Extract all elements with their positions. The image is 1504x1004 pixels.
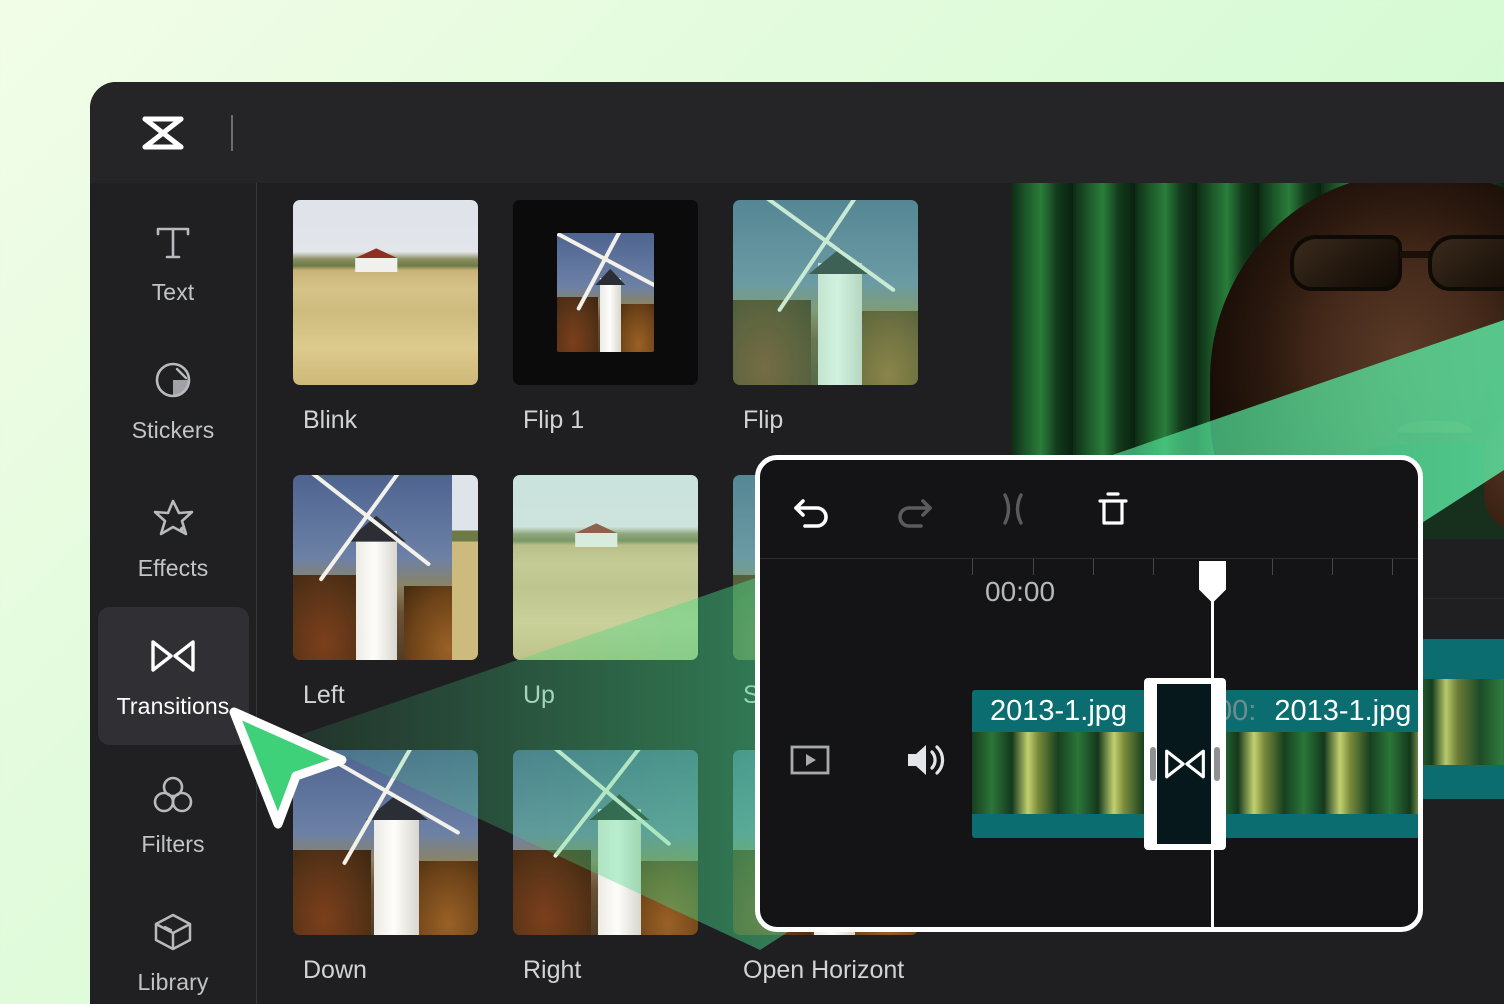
transition-icon	[149, 633, 197, 679]
transition-card[interactable]: Flip 1	[513, 200, 698, 475]
transition-thumbnail[interactable]	[513, 750, 698, 935]
sidebar-item-text[interactable]: Text	[98, 193, 249, 331]
clip-name: 2013-1.jpg	[1274, 695, 1411, 728]
clip-name: 2013-1.jpg	[990, 695, 1127, 728]
sidebar-item-label: Effects	[138, 555, 209, 582]
timeline-time-label: 00:00	[985, 576, 1055, 608]
transition-label: Right	[523, 956, 698, 985]
transition-thumbnail[interactable]	[513, 475, 698, 660]
trash-icon	[1091, 487, 1135, 531]
library-box-icon	[151, 909, 195, 955]
timeline-clips: 2013-1.jpg 00: 2013-1.jpg 00:0	[972, 690, 1423, 838]
transition-thumbnail[interactable]	[293, 200, 478, 385]
trim-handle-right[interactable]	[1214, 747, 1220, 781]
transition-label: Up	[523, 681, 698, 710]
trim-handle-left[interactable]	[1150, 747, 1156, 781]
sunglasses	[1290, 235, 1504, 297]
timeline-toolbar	[760, 460, 1418, 558]
track-controls	[790, 740, 970, 785]
header-divider	[231, 115, 233, 151]
undo-button[interactable]	[790, 486, 836, 532]
sidebar-item-stickers[interactable]: Stickers	[98, 331, 249, 469]
sticker-icon	[152, 357, 194, 403]
sidebar-item-effects[interactable]: Effects	[98, 469, 249, 607]
transition-card[interactable]: Blink	[293, 200, 478, 475]
redo-icon	[891, 487, 935, 531]
transition-thumbnail[interactable]	[733, 200, 918, 385]
sidebar-item-label: Transitions	[117, 693, 230, 720]
transition-label: Blink	[303, 406, 478, 435]
delete-button[interactable]	[1090, 486, 1136, 532]
app-header	[90, 82, 1504, 183]
timeline-clip[interactable]: 00: 2013-1.jpg 00:0	[1198, 690, 1423, 838]
timeline-ruler[interactable]	[760, 558, 1418, 620]
sidebar-item-label: Text	[152, 279, 195, 306]
sidebar-item-label: Filters	[141, 831, 204, 858]
timeline-playhead[interactable]	[1211, 562, 1214, 932]
transition-label: Open Horizont	[743, 956, 918, 985]
pointer-cursor	[220, 702, 360, 832]
split-button[interactable]	[990, 486, 1036, 532]
transition-icon	[1163, 747, 1207, 781]
effects-star-icon	[151, 495, 195, 541]
clip-filmstrip	[1198, 732, 1423, 814]
transition-card[interactable]: Flip	[733, 200, 918, 475]
undo-icon	[791, 487, 835, 531]
sidebar-item-label: Stickers	[132, 417, 215, 444]
sidebar-item-label: Library	[137, 969, 208, 996]
redo-button[interactable]	[890, 486, 936, 532]
transition-marker-body	[1157, 684, 1213, 844]
capcut-logo[interactable]	[140, 113, 186, 153]
timeline-overlay-panel: 00:00 2013-1.jpg 00: 2013	[755, 455, 1423, 932]
filters-icon	[151, 771, 195, 817]
sidebar: Text Stickers Effects	[90, 183, 257, 1004]
transition-thumbnail[interactable]	[293, 475, 478, 660]
sidebar-item-library[interactable]: Library	[98, 883, 249, 1004]
transition-label: Flip 1	[523, 406, 698, 435]
transition-card[interactable]: Right	[513, 750, 698, 1004]
transition-label: Down	[303, 956, 478, 985]
transition-label: Flip	[743, 406, 918, 435]
transition-card[interactable]: Up	[513, 475, 698, 750]
video-track-icon[interactable]	[790, 744, 830, 781]
speaker-icon[interactable]	[902, 740, 948, 785]
text-icon	[152, 219, 194, 265]
transition-thumbnail[interactable]	[513, 200, 698, 385]
split-icon	[991, 487, 1035, 531]
